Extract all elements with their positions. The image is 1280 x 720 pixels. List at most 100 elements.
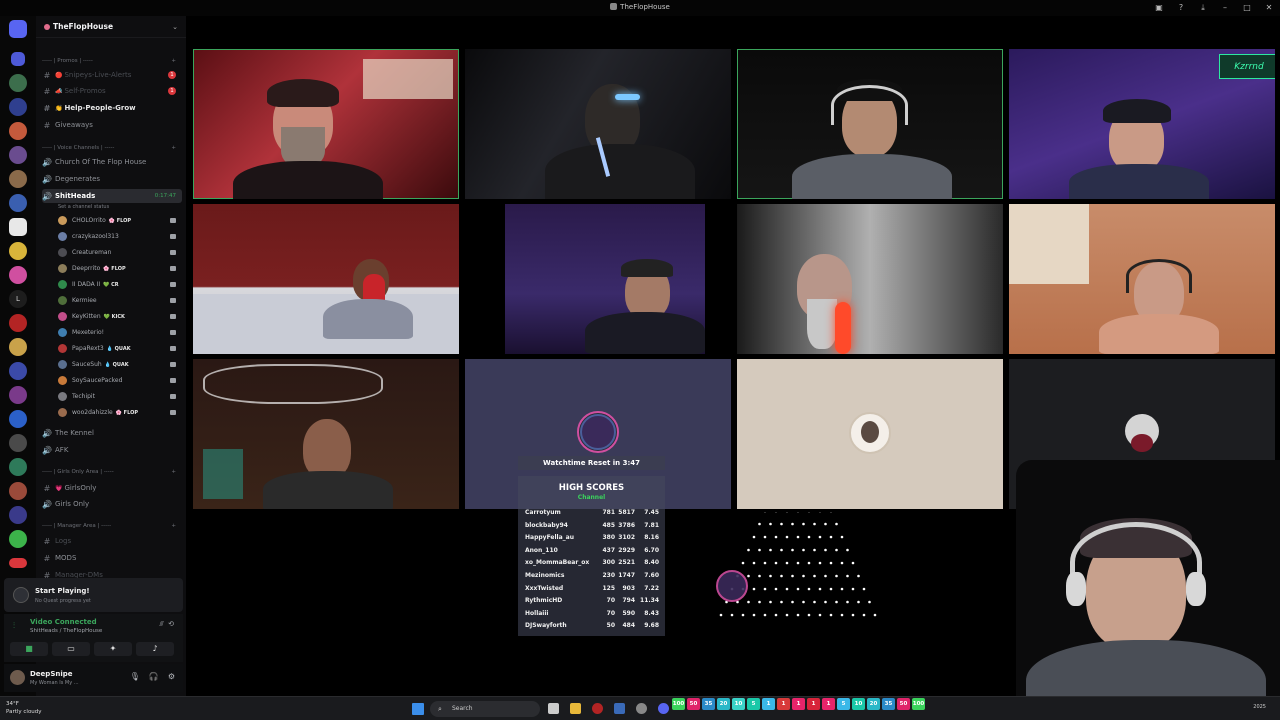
voice-channel-link[interactable]: ShitHeads / TheFlopHouse [30,628,102,634]
activities-button[interactable]: ✦ [94,642,132,656]
minimize-button[interactable]: – [1218,2,1232,14]
voice-user[interactable]: Creatureman [58,245,182,260]
server-icon[interactable] [9,74,27,92]
taskbar-search[interactable]: ⌕ Search [430,701,540,717]
voice-channel[interactable]: 🔊 Girls Only [42,497,182,511]
video-tile[interactable] [737,204,1003,354]
weather-widget[interactable]: 34°F Partly cloudy [6,700,42,716]
voice-user[interactable]: PapaRext3 💧 QUAK [58,341,182,356]
close-button[interactable]: ✕ [1262,2,1276,14]
server-icon[interactable] [9,482,27,500]
text-channel[interactable]: # 👏 Help-People-Grow [42,101,182,115]
discord-icon[interactable] [658,703,669,714]
text-channel[interactable]: # 💗 GirlsOnly [42,481,182,495]
voice-user[interactable]: SoySaucePacked [58,373,182,388]
text-channel[interactable]: # MODS [42,551,182,565]
tray-clock[interactable]: 2025 [1253,704,1266,710]
voice-channel[interactable]: 🔊 Church Of The Flop House [42,155,182,169]
screen-share-button[interactable]: ▭ [52,642,90,656]
channel-category[interactable]: ----- | Manager Area | ----- + [42,519,182,533]
channel-category[interactable]: ----- | Promos | ----- + [42,54,182,68]
video-tile[interactable] [193,49,459,199]
home-icon[interactable] [9,20,27,38]
task-view-icon[interactable] [548,703,559,714]
voice-user[interactable]: Techipit [58,389,182,404]
server-icon[interactable] [9,122,27,140]
help-icon[interactable]: ? [1174,2,1188,14]
voice-channel[interactable]: 🔊 ShitHeads 0:17:47 [42,189,182,203]
voice-channel-status[interactable]: Set a channel status [58,204,109,210]
server-icon[interactable] [9,338,27,356]
voice-user[interactable]: Deeprrito 🌸 FLOP [58,261,182,276]
server-icon[interactable] [9,458,27,476]
server-icon[interactable] [9,266,27,284]
inbox-icon[interactable]: ▣ [1152,2,1166,14]
new-badge-icon[interactable] [9,558,27,568]
video-tile[interactable] [193,204,459,354]
server-icon[interactable] [9,506,27,524]
server-icon[interactable] [9,146,27,164]
video-tile[interactable] [193,359,459,509]
plinko-peg [758,574,761,578]
maximize-button[interactable]: □ [1240,2,1254,14]
voice-user[interactable]: CHOLOrrito 🌸 FLOP [58,213,182,228]
server-icon[interactable] [9,98,27,116]
start-playing-card[interactable]: Start Playing! No Quest progress yet [4,578,183,612]
text-channel[interactable]: # Logs [42,534,182,548]
add-channel-icon[interactable]: + [171,58,176,64]
server-icon[interactable] [9,530,27,548]
channel-category[interactable]: ----- | Voice Channels | ----- + [42,141,182,155]
windows-start-icon[interactable] [412,703,424,715]
voice-channel[interactable]: 🔊 AFK [42,443,182,457]
add-channel-icon[interactable]: + [171,145,176,151]
text-channel[interactable]: # 🔴 Snipeys-Live-Alerts 1 [42,68,182,82]
gear-icon[interactable]: ⚙ [168,672,175,681]
server-icon[interactable]: L [9,290,27,308]
app-icon[interactable] [614,703,625,714]
voice-channel[interactable]: 🔊 The Kennel [42,426,182,440]
video-tile[interactable]: Kzrrnd [1009,49,1275,199]
server-icon[interactable] [9,434,27,452]
voice-user[interactable]: SauceSuh 💧 QUAK [58,357,182,372]
app-icon[interactable] [592,703,603,714]
soundboard-button[interactable]: ♪ [136,642,174,656]
voice-user[interactable]: II DADA II 💚 CR [58,277,182,292]
avatar[interactable] [10,670,25,685]
text-channel[interactable]: # Giveaways [42,118,182,132]
settings-icon[interactable] [636,703,647,714]
voice-user[interactable]: woo2dahizzle 🌸 FLOP [58,405,182,420]
server-icon[interactable] [9,362,27,380]
server-icon[interactable] [9,242,27,260]
server-icon[interactable] [9,410,27,428]
download-icon[interactable]: ⤓ [1196,2,1210,14]
text-channel[interactable]: # 📣 Self-Promos 1 [42,84,182,98]
video-tile[interactable] [1009,204,1275,354]
channel-category[interactable]: ----- | Girls Only Area | ----- + [42,465,182,479]
headphones-icon[interactable]: 🎧 [149,672,159,681]
noise-suppression-icon[interactable]: ⫻ ⟲ [160,620,175,629]
chevron-down-icon[interactable]: ⌄ [172,23,178,31]
user-status: My Woman Is My ... [30,680,79,686]
video-tile[interactable] [737,359,1003,509]
server-icon[interactable] [9,386,27,404]
voice-user[interactable]: KeyKitten 💚 KICK [58,309,182,324]
server-icon[interactable] [11,52,25,66]
add-channel-icon[interactable]: + [171,523,176,529]
voice-user[interactable]: Mexeterio! [58,325,182,340]
server-header[interactable]: TheFlopHouse ⌄ [36,16,186,38]
video-tile[interactable] [737,49,1003,199]
voice-channel[interactable]: 🔊 Degenerates [42,172,182,186]
microphone-icon[interactable]: 🎙 [130,672,140,681]
server-icon[interactable] [9,218,27,236]
video-tile[interactable] [465,204,731,354]
add-channel-icon[interactable]: + [171,469,176,475]
server-icon[interactable] [9,194,27,212]
video-tile[interactable] [465,49,731,199]
camera-button[interactable]: ■ [10,642,48,656]
voice-user[interactable]: Kermiee [58,293,182,308]
plinko-peg [730,613,734,617]
file-explorer-icon[interactable] [570,703,581,714]
server-icon[interactable] [9,170,27,188]
voice-user[interactable]: crazykazool313 [58,229,182,244]
server-icon[interactable] [9,314,27,332]
